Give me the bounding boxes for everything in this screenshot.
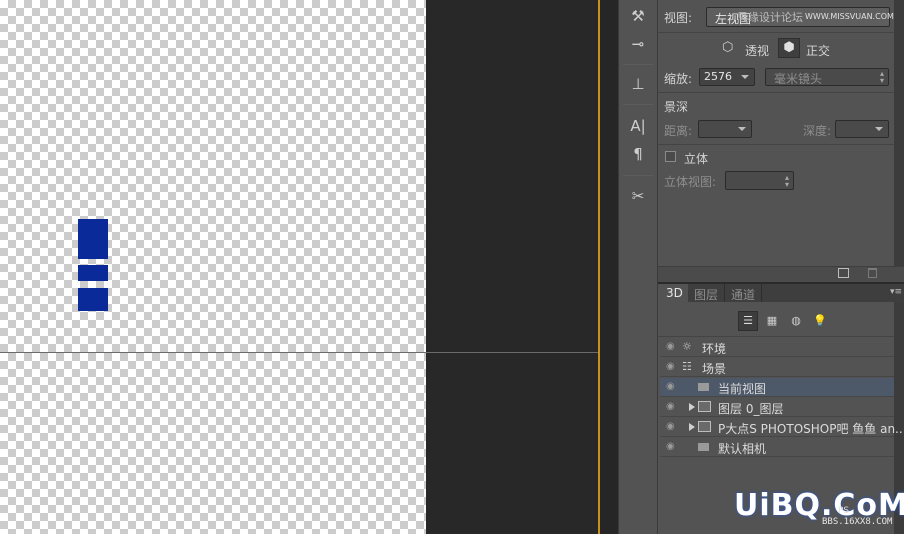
brush-tool-icon[interactable]: ⚒	[623, 4, 653, 28]
scene-list-item[interactable]: ◉ ☷ 场景	[660, 358, 894, 377]
eye-icon[interactable]: ◉	[666, 381, 676, 393]
perspective-cube-icon[interactable]: ⬡	[722, 41, 736, 55]
stereo-checkbox[interactable]	[665, 151, 676, 162]
scene-item-label: 场景	[702, 362, 727, 376]
orthographic-label[interactable]: 正交	[806, 42, 830, 59]
dof-heading: 景深	[664, 100, 689, 114]
environment-icon: ☼	[682, 340, 692, 353]
scene-item-label: 默认相机	[718, 442, 767, 456]
chevron-down-icon	[875, 127, 883, 131]
watermark-url: WWW.MISSVUAN.COM	[805, 12, 894, 21]
tab-3d-label: 3D	[666, 286, 683, 300]
canvas-area-bottom[interactable]	[0, 353, 426, 534]
view-dropdown[interactable]: 左视图 思缘设计论坛 WWW.MISSVUAN.COM	[706, 7, 894, 27]
panel-divider	[658, 144, 894, 145]
blue-text-shape-top[interactable]	[78, 219, 108, 259]
render-icon[interactable]	[838, 268, 849, 278]
blue-text-shape-bottom[interactable]	[78, 288, 108, 311]
tab-layers-label: 图层	[694, 288, 719, 302]
panel-menu-icon[interactable]: ▾≡	[890, 287, 902, 297]
watermark-ps: PS	[838, 506, 850, 516]
mesh-icon	[698, 421, 711, 432]
eye-icon[interactable]: ◉	[666, 441, 676, 453]
eye-icon[interactable]: ◉	[666, 401, 676, 413]
scene-item-label: 当前视图	[718, 382, 767, 396]
zoom-field[interactable]: 2576	[699, 68, 755, 86]
dock-gap	[600, 0, 618, 534]
tool-separator	[623, 175, 653, 176]
panel-divider	[658, 32, 894, 33]
canvas-area-top[interactable]	[0, 0, 426, 352]
scene-item-label: 图层 0_图层	[718, 402, 784, 416]
scene-list-item[interactable]: ◉ 图层 0_图层	[660, 398, 894, 417]
expand-arrow-icon[interactable]	[689, 423, 695, 431]
pasteboard	[426, 0, 598, 352]
watermark-site: BBS.16XX8.COM	[822, 517, 893, 527]
depth-field[interactable]	[835, 120, 889, 138]
depth-label: 深度:	[803, 124, 832, 138]
zoom-unit-dropdown[interactable]: 毫米镜头 ▴ ▾	[765, 68, 889, 86]
material-filter-icon[interactable]: ◍	[788, 313, 804, 329]
properties-scrollbar[interactable]	[894, 0, 904, 266]
adjust-tool-icon[interactable]: ⊸	[623, 32, 653, 56]
camera-icon	[698, 443, 709, 451]
tools-cross-icon[interactable]: ✂	[623, 184, 653, 208]
panel-divider	[658, 92, 894, 93]
mesh-icon	[698, 401, 711, 412]
light-filter-icon[interactable]: 💡	[812, 313, 828, 329]
scene-list-item[interactable]: ◉ 默认相机	[660, 438, 894, 457]
stereo-view-label: 立体视图:	[664, 175, 717, 189]
tab-layers[interactable]: 图层	[689, 284, 725, 302]
distance-field[interactable]	[698, 120, 752, 138]
whole-scene-filter-icon[interactable]: ☰	[738, 311, 758, 331]
scene-icon: ☷	[682, 360, 692, 373]
clone-stamp-icon[interactable]: ⊥	[623, 72, 653, 96]
tool-separator	[623, 104, 653, 105]
perspective-label[interactable]: 透视	[745, 42, 769, 59]
updown-icon: ▴ ▾	[784, 173, 789, 189]
guide-line	[0, 352, 598, 353]
tool-separator	[623, 64, 653, 65]
scene-item-label: 环境	[702, 342, 727, 356]
scene-list-item[interactable]: ◉ P大点S PHOTOSHOP吧 鱼鱼 an...	[660, 418, 904, 437]
eye-icon[interactable]: ◉	[666, 341, 676, 353]
scene-list-item[interactable]: ◉ ☼ 环境	[660, 338, 894, 357]
tab-3d[interactable]: 3D	[658, 284, 688, 302]
chevron-down-icon	[741, 75, 749, 79]
stereo-view-dropdown[interactable]: ▴ ▾	[725, 171, 794, 190]
expand-arrow-icon[interactable]	[689, 403, 695, 411]
updown-icon: ▴ ▾	[879, 69, 884, 85]
tab-channels-label: 通道	[731, 288, 756, 302]
zoom-value: 2576	[704, 70, 732, 83]
scene-list-divider	[658, 336, 894, 337]
trash-icon[interactable]	[868, 268, 877, 278]
zoom-label: 缩放:	[664, 72, 693, 86]
zoom-unit-value: 毫米镜头	[774, 72, 823, 86]
orthographic-cube-icon[interactable]: ⬢	[778, 38, 800, 58]
tab-channels[interactable]: 通道	[726, 284, 762, 302]
view-label: 视图:	[664, 11, 693, 25]
chevron-down-icon	[738, 127, 746, 131]
scene-list-item[interactable]: ◉ 当前视图	[660, 378, 894, 397]
camera-icon	[698, 383, 709, 391]
scene-item-label: P大点S PHOTOSHOP吧 鱼鱼 an...	[718, 422, 904, 436]
distance-label: 距离:	[664, 124, 693, 138]
character-icon[interactable]: A|	[623, 114, 653, 138]
stereo-label[interactable]: 立体	[684, 150, 708, 167]
view-overlay-text: 思缘设计论坛	[737, 11, 803, 24]
blue-text-shape-middle[interactable]	[78, 265, 108, 281]
eye-icon[interactable]: ◉	[666, 361, 676, 373]
paragraph-icon[interactable]: ¶	[623, 142, 653, 166]
mesh-filter-icon[interactable]: ▦	[764, 313, 780, 329]
eye-icon[interactable]: ◉	[666, 421, 676, 433]
